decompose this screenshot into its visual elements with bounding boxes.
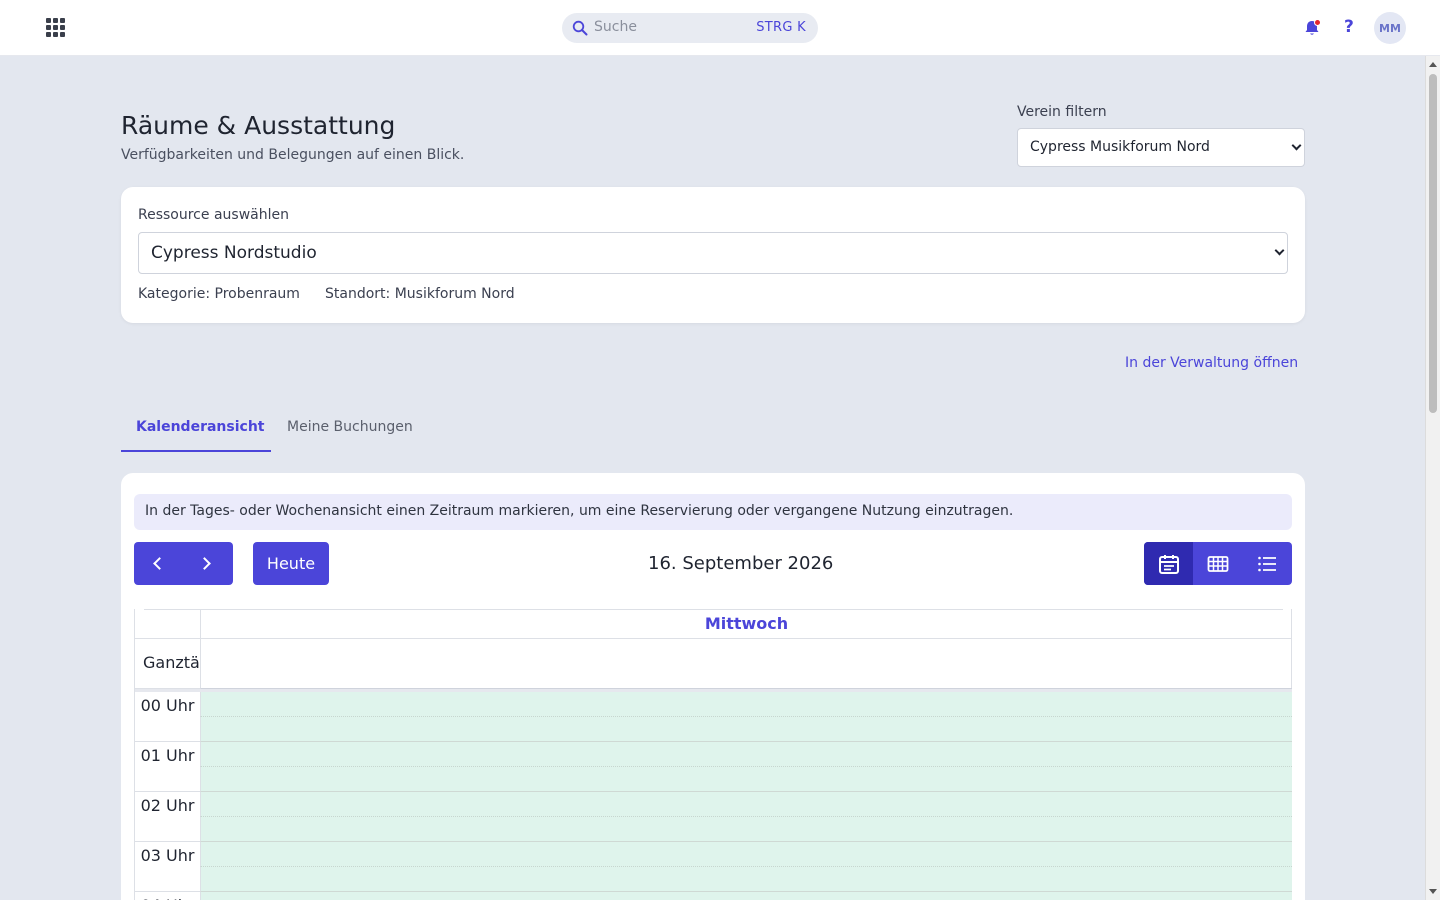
hour-row: 00 Uhr [135,692,1292,742]
day-view-icon [1159,555,1179,574]
hour-rows: 00 Uhr 01 Uhr 02 Uhr 03 Uhr 04 Uhr [135,692,1292,900]
scroll-thumb[interactable] [1429,74,1437,413]
hour-label: 02 Uhr [135,792,200,842]
resource-select[interactable]: Cypress Nordstudio [138,232,1288,274]
time-slot[interactable] [200,767,1292,792]
hour-row: 04 Uhr [135,892,1292,900]
previous-button[interactable] [134,542,183,585]
time-slot[interactable] [200,817,1292,842]
search-input[interactable]: Suche STRG K [562,13,818,43]
day-view-button[interactable] [1144,542,1193,585]
calendar-date-title: 16. September 2026 [648,553,834,574]
day-calendar-grid: Mittwoch Ganztägig 00 Uhr 01 Uhr 02 Uhr … [134,609,1292,900]
page-title: Räume & Ausstattung [121,111,396,140]
resource-select-label: Ressource auswählen [138,207,289,223]
scroll-down-arrow-icon[interactable] [1429,889,1437,894]
time-slot[interactable] [200,792,1292,817]
next-button[interactable] [183,542,232,585]
notification-dot [1314,19,1321,26]
apps-grid-icon[interactable] [46,18,66,38]
club-filter-label: Verein filtern [1017,104,1107,120]
chevron-right-icon [198,557,211,570]
time-slot[interactable] [200,742,1292,767]
chevron-down-icon [1291,140,1302,151]
info-banner: In der Tages- oder Wochenansicht einen Z… [134,494,1292,530]
tab-calendar-view[interactable]: Kalenderansicht [136,419,264,435]
time-slot[interactable] [200,892,1292,900]
hour-row: 01 Uhr [135,742,1292,792]
day-header[interactable]: Mittwoch [200,610,1292,639]
info-text: In der Tages- oder Wochenansicht einen Z… [145,503,1014,519]
search-placeholder: Suche [594,19,637,35]
calendar-nav-group [134,542,233,585]
list-view-button[interactable] [1242,542,1291,585]
view-switcher [1144,542,1292,585]
location-label: Standort: [325,286,391,302]
all-day-label: Ganztägig [135,639,200,689]
hour-label: 00 Uhr [135,692,200,742]
category-label: Kategorie: [138,286,211,302]
resource-select-value: Cypress Nordstudio [151,243,317,263]
hour-label: 03 Uhr [135,842,200,892]
top-bar: Suche STRG K ? MM [0,0,1440,56]
location-value: Musikforum Nord [394,286,515,302]
resource-card: Ressource auswählen Cypress Nordstudio K… [121,187,1305,323]
scroll-up-arrow-icon[interactable] [1429,62,1437,67]
list-view-icon [1258,556,1276,572]
club-filter-value: Cypress Musikforum Nord [1030,139,1210,155]
hour-row: 03 Uhr [135,842,1292,892]
calendar-card: In der Tages- oder Wochenansicht einen Z… [121,473,1305,900]
hour-label: 04 Uhr [135,892,200,900]
month-view-button[interactable] [1193,542,1242,585]
category-value: Probenraum [214,286,300,302]
grid-corner [135,610,200,639]
time-slot[interactable] [200,692,1292,717]
open-in-admin-link[interactable]: In der Verwaltung öffnen [1125,355,1298,371]
resource-location: Standort: Musikforum Nord [325,286,515,302]
chevron-down-icon [1274,245,1285,256]
search-shortcut-hint: STRG K [756,20,806,35]
hour-label: 01 Uhr [135,742,200,792]
search-icon [572,20,588,36]
avatar[interactable]: MM [1374,12,1406,44]
page-scrollbar[interactable] [1425,56,1440,900]
active-tab-indicator [121,450,271,452]
all-day-cell[interactable] [200,639,1292,689]
time-slot[interactable] [200,867,1292,892]
today-button[interactable]: Heute [253,542,329,585]
month-grid-icon [1207,556,1229,572]
page-subtitle: Verfügbarkeiten und Belegungen auf einen… [121,147,465,163]
chevron-left-icon [153,557,166,570]
club-filter-select[interactable]: Cypress Musikforum Nord [1017,128,1305,167]
help-button[interactable]: ? [1344,17,1354,37]
hour-row: 02 Uhr [135,792,1292,842]
time-slot[interactable] [200,717,1292,742]
resource-category: Kategorie: Probenraum [138,286,300,302]
time-slot[interactable] [200,842,1292,867]
tab-my-bookings[interactable]: Meine Buchungen [287,419,413,435]
